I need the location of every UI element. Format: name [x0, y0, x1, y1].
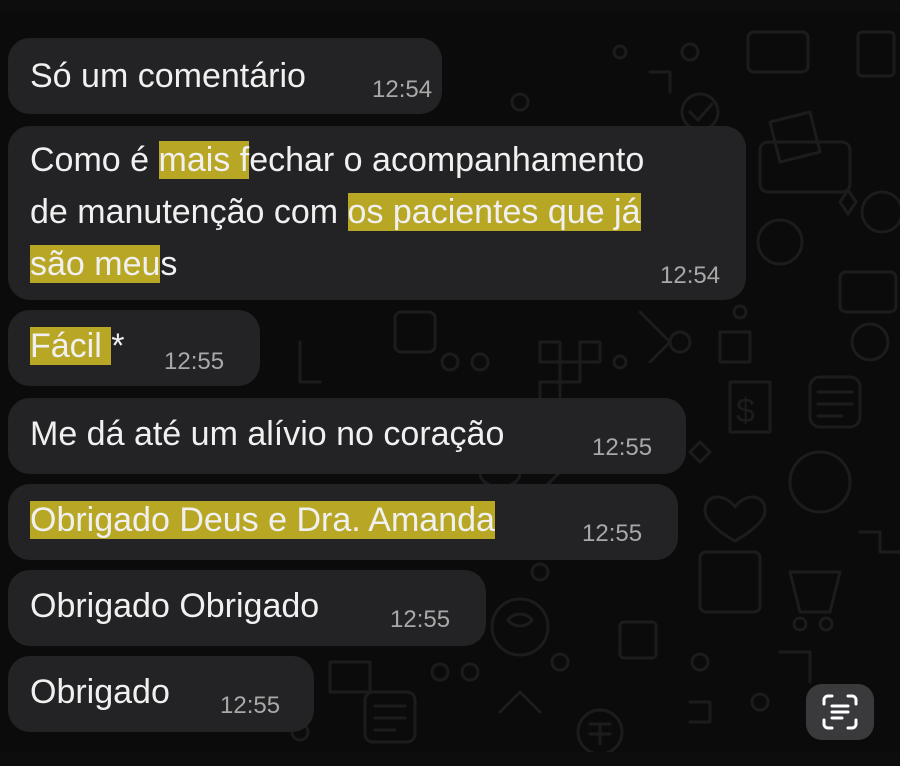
message-line: Obrigado Deus e Dra. Amanda — [30, 494, 495, 546]
bottom-edge — [0, 752, 900, 766]
text-segment: Como é — [30, 141, 159, 179]
scan-text-button[interactable] — [806, 684, 874, 740]
highlighted-text: Fácil — [30, 327, 112, 365]
message-bubble[interactable]: Como é mais fechar o acompanhamento de m… — [8, 126, 746, 300]
message-timestamp: 12:55 — [390, 606, 451, 633]
message-timestamp: 12:55 — [582, 520, 643, 547]
message-bubble[interactable]: Obrigado Obrigado 12:55 — [8, 570, 486, 646]
highlighted-text: os pacientes que já — [347, 193, 641, 231]
message-bubble[interactable]: Só um comentário 12:54 — [8, 38, 442, 114]
top-edge — [0, 0, 900, 12]
text-segment: echar o acompanhamento — [249, 141, 645, 179]
message-text: Obrigado Obrigado — [30, 587, 320, 625]
highlighted-text: Obrigado Deus e Dra. Amanda — [30, 501, 495, 539]
svg-text:$: $ — [736, 392, 755, 430]
message-line-2: de manutenção com os pacientes que já — [30, 186, 641, 238]
message-bubble[interactable]: Obrigado 12:55 — [8, 656, 314, 732]
message-timestamp: 12:55 — [164, 348, 225, 375]
message-bubble[interactable]: Obrigado Deus e Dra. Amanda 12:55 — [8, 484, 678, 560]
message-timestamp: 12:55 — [220, 692, 281, 719]
message-text: Só um comentário — [30, 57, 306, 95]
highlighted-text: são meu — [30, 245, 161, 283]
message-text: Me dá até um alívio no coração — [30, 415, 505, 453]
text-segment: * — [111, 327, 125, 365]
message-bubble[interactable]: Fácil * 12:55 — [8, 310, 260, 386]
message-text: Obrigado — [30, 673, 170, 711]
message-timestamp: 12:54 — [372, 76, 433, 103]
message-bubble[interactable]: Me dá até um alívio no coração 12:55 — [8, 398, 686, 474]
scan-text-icon — [822, 694, 858, 730]
message-timestamp: 12:54 — [660, 262, 721, 289]
message-timestamp: 12:55 — [592, 434, 653, 461]
text-segment: s — [160, 245, 178, 283]
chat-area[interactable]: $ Só um comentário 12:54 Como é mais fec… — [0, 12, 900, 752]
message-line-3: são meus — [30, 238, 177, 290]
message-line: Fácil * — [30, 320, 124, 372]
highlighted-text: mais f — [158, 141, 250, 179]
message-line-1: Como é mais fechar o acompanhamento — [30, 134, 644, 186]
text-segment: de manutenção com — [30, 193, 348, 231]
